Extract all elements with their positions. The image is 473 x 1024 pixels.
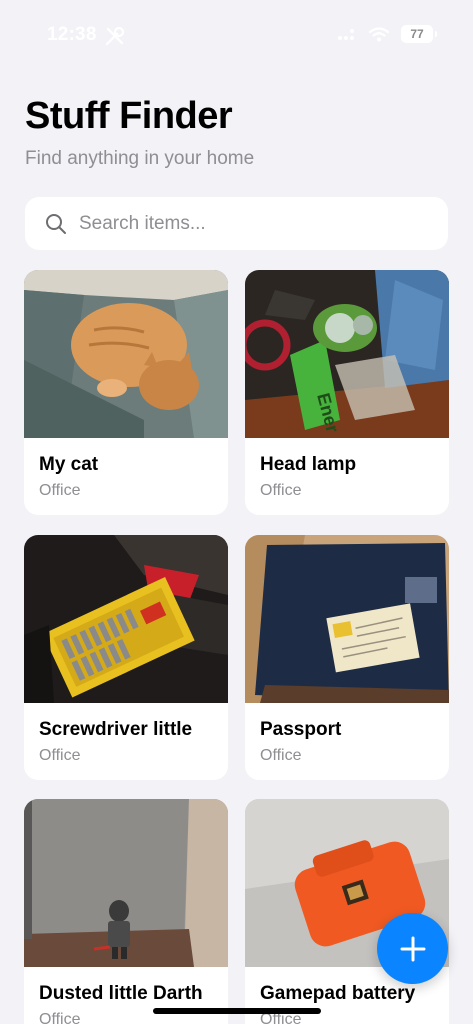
header: Stuff Finder Find anything in your home xyxy=(25,95,254,170)
search-input[interactable] xyxy=(79,212,409,235)
add-item-button[interactable] xyxy=(377,913,448,984)
item-card[interactable]: Screwdriver little Office xyxy=(24,535,228,780)
item-card[interactable]: Gamepad battery Office xyxy=(245,799,449,1024)
item-name: My cat xyxy=(39,454,99,475)
search-bar[interactable] xyxy=(25,197,448,250)
item-name: Passport xyxy=(260,719,342,740)
item-location: Office xyxy=(39,747,81,764)
item-name: Head lamp xyxy=(260,454,357,475)
item-name: Gamepad battery xyxy=(260,983,416,1004)
page-subtitle: Find anything in your home xyxy=(25,148,255,169)
item-location: Office xyxy=(39,482,81,499)
item-location: Office xyxy=(39,1011,81,1024)
item-location: Office xyxy=(260,482,302,499)
item-photo xyxy=(24,270,228,438)
wifi-icon xyxy=(369,26,389,41)
item-card[interactable]: My cat Office xyxy=(24,270,228,515)
tools-icon xyxy=(105,26,125,46)
page-title: Stuff Finder xyxy=(25,95,233,137)
status-time: 12:38 xyxy=(47,24,97,45)
plus-icon xyxy=(400,936,425,961)
cellular-icon xyxy=(338,29,354,40)
item-card[interactable]: Ener Head lamp Office xyxy=(245,270,449,515)
battery-indicator: 77 xyxy=(401,25,437,43)
item-photo xyxy=(245,535,449,703)
home-indicator[interactable] xyxy=(153,1008,321,1014)
search-icon xyxy=(46,213,66,234)
status-bar: 12:38 77 xyxy=(0,0,473,70)
item-card[interactable]: Passport Office xyxy=(245,535,449,780)
item-photo: Ener xyxy=(245,270,449,438)
battery-level: 77 xyxy=(410,27,424,41)
item-location: Office xyxy=(260,747,302,764)
item-card[interactable]: Dusted little Darth Office xyxy=(24,799,228,1024)
item-photo xyxy=(24,535,228,703)
item-name: Dusted little Darth xyxy=(39,983,203,1004)
item-name: Screwdriver little xyxy=(39,719,193,740)
item-photo xyxy=(24,799,228,967)
